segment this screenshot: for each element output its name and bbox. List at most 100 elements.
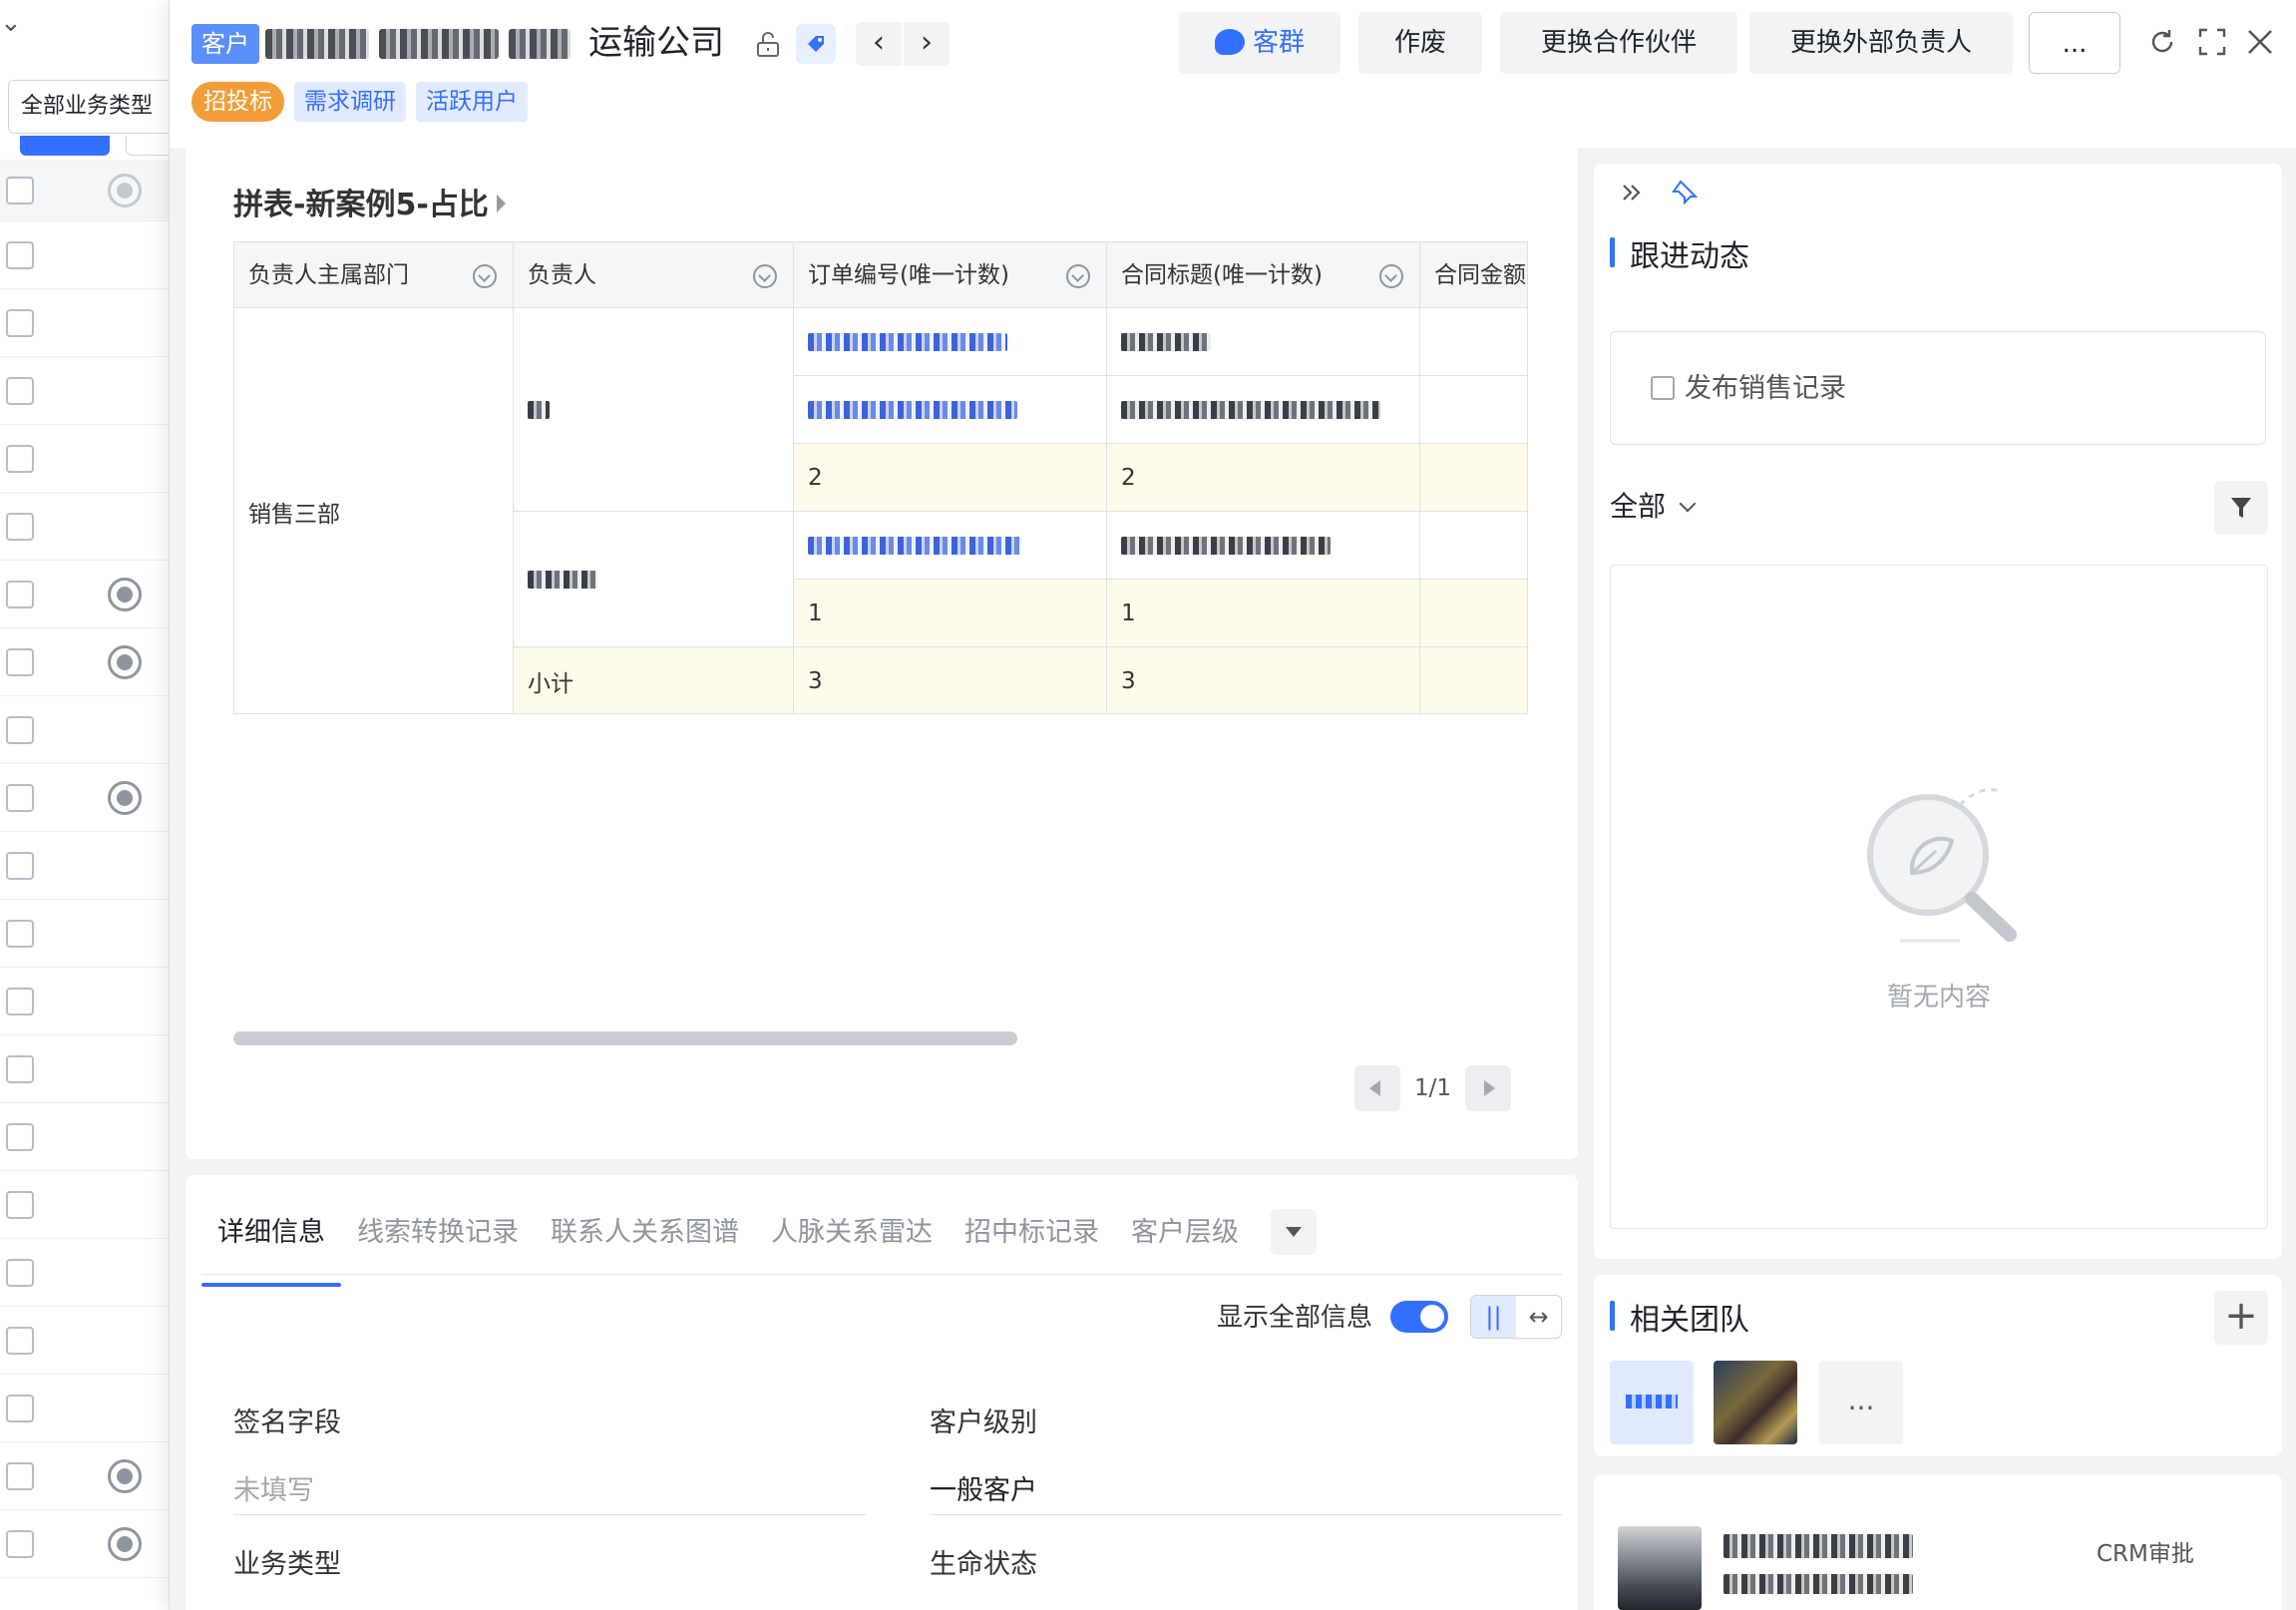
row-checkbox[interactable] [6,240,34,269]
column-dropdown-icon[interactable] [473,264,497,288]
column-dropdown-icon[interactable] [1379,264,1403,288]
list-item[interactable] [0,764,169,832]
row-checkbox[interactable] [6,308,34,337]
tag-bidding[interactable]: 招投标 [191,82,284,122]
target-icon[interactable] [108,1526,142,1561]
tag-edit-icon[interactable] [796,24,836,64]
target-icon[interactable] [108,1458,142,1493]
tab-lead-conversion[interactable]: 线索转换记录 [341,1205,535,1274]
tag-active-user[interactable]: 活跃用户 [416,82,528,122]
fullscreen-icon[interactable] [2196,26,2228,58]
void-button[interactable]: 作废 [1358,12,1482,74]
list-item[interactable] [0,493,169,561]
row-checkbox[interactable] [6,1461,34,1490]
list-item[interactable] [0,357,169,425]
row-checkbox[interactable] [6,580,34,608]
target-icon[interactable] [108,173,142,207]
unlock-icon[interactable] [754,30,782,58]
target-icon[interactable] [108,577,142,611]
order-number-cell[interactable] [794,376,1106,444]
tab-customer-hierarchy[interactable]: 客户层级 [1115,1205,1255,1274]
avatar[interactable] [1714,1361,1797,1444]
group-chat-button[interactable]: 客群 [1179,12,1340,74]
target-icon[interactable] [108,780,142,815]
row-checkbox[interactable] [6,444,34,473]
row-checkbox[interactable] [6,512,34,541]
column-header[interactable]: 负责人 [514,242,793,308]
show-all-toggle[interactable] [1390,1301,1448,1333]
list-item[interactable] [0,900,169,968]
previous-record-button[interactable]: ‹ [856,22,902,66]
row-checkbox[interactable] [6,919,34,948]
refresh-icon[interactable] [2146,26,2178,58]
full-width-layout-icon[interactable]: ↔ [1516,1296,1561,1338]
report-title[interactable]: 拼表-新案例5-占比 [233,180,506,223]
more-tabs-button[interactable] [1271,1209,1317,1255]
column-dropdown-icon[interactable] [753,264,777,288]
row-checkbox[interactable] [6,715,34,744]
row-checkbox[interactable] [6,987,34,1015]
row-checkbox[interactable] [6,1529,34,1558]
list-item[interactable] [0,1239,169,1307]
target-icon[interactable] [108,644,142,679]
avatar[interactable] [1610,1361,1694,1444]
business-type-select[interactable]: 全部业务类型 [8,80,169,134]
list-item[interactable] [0,1307,169,1375]
row-checkbox[interactable] [6,1190,34,1219]
row-checkbox[interactable] [6,1326,34,1355]
column-dropdown-icon[interactable] [1066,264,1090,288]
chevron-down-icon[interactable]: ⌄ [0,8,22,38]
order-number-cell[interactable] [794,308,1106,376]
row-checkbox[interactable] [6,783,34,812]
list-primary-button[interactable] [20,136,110,156]
list-item[interactable] [0,628,169,696]
collapse-panel-icon[interactable] [1618,178,1648,207]
activity-filter-dropdown[interactable]: 全部 [1610,485,1697,525]
row-checkbox[interactable] [6,647,34,676]
order-number-cell[interactable] [794,512,1106,580]
horizontal-scrollbar[interactable] [233,1031,1017,1045]
add-team-member-button[interactable]: + [2214,1291,2268,1345]
filter-button[interactable] [2214,481,2268,535]
row-checkbox[interactable] [6,1258,34,1287]
pin-icon[interactable] [1670,178,1700,207]
list-item[interactable] [0,1510,169,1578]
list-item[interactable] [0,968,169,1035]
list-item[interactable] [0,1035,169,1103]
list-item[interactable] [0,289,169,357]
column-header[interactable]: 合同金额 [1420,242,1527,308]
column-header[interactable]: 订单编号(唯一计数) [794,242,1106,308]
tab-details[interactable]: 详细信息 [201,1205,341,1287]
change-external-owner-button[interactable]: 更换外部负责人 [1749,12,2013,74]
list-item[interactable] [0,1442,169,1510]
tab-network-radar[interactable]: 人脉关系雷达 [755,1205,949,1274]
column-header[interactable]: 负责人主属部门 [234,242,513,308]
close-icon[interactable] [2244,26,2276,58]
row-checkbox[interactable] [6,1122,34,1151]
row-checkbox[interactable] [6,176,34,204]
list-secondary-button[interactable] [126,136,169,156]
list-header-row[interactable] [0,160,169,221]
change-partner-button[interactable]: 更换合作伙伴 [1500,12,1737,74]
next-record-button[interactable]: › [904,22,950,66]
more-actions-button[interactable]: ... [2029,12,2120,74]
publish-sales-record[interactable]: 发布销售记录 [1610,331,2266,445]
tab-contact-graph[interactable]: 联系人关系图谱 [535,1205,755,1274]
signature-field-value[interactable]: 未填写 [233,1468,314,1507]
previous-page-button[interactable] [1354,1065,1400,1111]
list-item[interactable] [0,1171,169,1239]
next-page-button[interactable] [1465,1065,1512,1111]
two-column-layout-icon[interactable]: || [1471,1296,1516,1338]
list-item[interactable] [0,561,169,628]
list-item[interactable] [0,1375,169,1442]
row-checkbox[interactable] [6,1394,34,1422]
tab-bid-records[interactable]: 招中标记录 [949,1205,1115,1274]
more-members-button[interactable]: ... [1819,1361,1903,1444]
list-item[interactable] [0,696,169,764]
row-checkbox[interactable] [6,851,34,880]
column-header[interactable]: 合同标题(唯一计数) [1107,242,1419,308]
row-checkbox[interactable] [6,1054,34,1083]
tag-research[interactable]: 需求调研 [294,82,406,122]
list-item[interactable] [0,1103,169,1171]
customer-level-value[interactable]: 一般客户 [930,1468,1037,1507]
